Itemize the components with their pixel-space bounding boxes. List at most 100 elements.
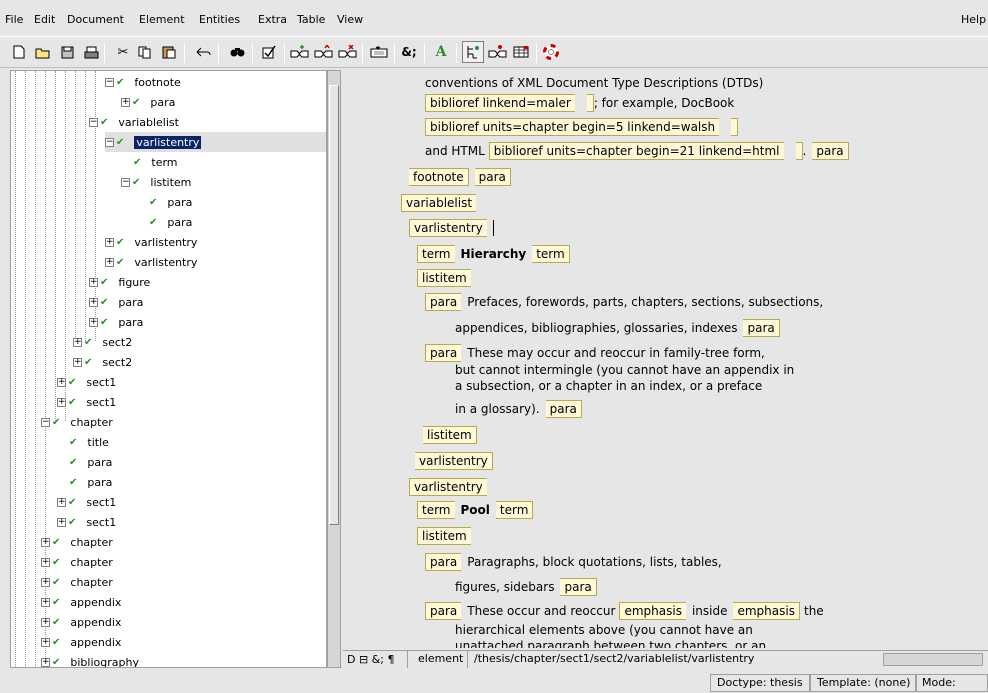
copy-icon[interactable] [134,41,156,63]
tree-node[interactable]: ✔ title [69,432,109,452]
footnote-end-tag[interactable]: footnote [409,168,469,186]
biblioref-tag[interactable]: biblioref units=chapter begin=21 linkend… [488,142,784,160]
help-lifebuoy-icon[interactable] [540,41,562,63]
term-end-tag[interactable]: term [495,501,534,519]
tree-node[interactable]: + ✔ chapter [41,552,113,572]
tree-node[interactable]: ✔ para [69,472,112,492]
menu-element[interactable]: Element [139,13,185,26]
tree-node[interactable]: − ✔ variablelist [89,112,179,132]
tree-node[interactable]: ✔ term [133,152,178,172]
print-icon[interactable] [80,41,102,63]
paste-icon[interactable] [158,41,180,63]
menu-extra[interactable]: Extra [258,13,287,26]
tree-node[interactable]: + ✔ figure [89,272,150,292]
menu-entities[interactable]: Entities [199,13,240,26]
tree-node[interactable]: + ✔ chapter [41,532,113,552]
table-icon[interactable] [510,41,532,63]
para-tag[interactable]: para [425,344,462,362]
tag-line: footnote para [403,167,511,187]
varlistentry-end-tag[interactable]: varlistentry [415,452,493,470]
text-line: but cannot intermingle (you cannot have … [455,363,795,377]
tree-node[interactable]: + ✔ bibliography [41,652,139,667]
insert-element-icon[interactable] [288,41,310,63]
tree-node[interactable]: + ✔ sect1 [57,512,116,532]
biblioref-end-tag[interactable] [795,142,803,160]
tree-node[interactable]: ✔ para [69,452,112,472]
tree-node[interactable]: + ✔ sect2 [73,332,132,352]
varlistentry-tag[interactable]: varlistentry [409,478,487,496]
tree-node[interactable]: + ✔ para [89,292,143,312]
emphasis-tag[interactable]: emphasis [619,602,686,620]
menu-help[interactable]: Help [961,13,986,26]
tree-node[interactable]: + ✔ para [121,92,175,112]
text-line: hierarchical elements above (you cannot … [455,623,753,637]
tree-node[interactable]: + ✔ sect1 [57,492,116,512]
tree-node[interactable]: − ✔ chapter [41,412,113,432]
attributes-icon[interactable] [368,41,390,63]
tree-node[interactable]: ✔ para [149,212,192,232]
tree-scrollbar[interactable] [327,70,341,668]
element-view-icon[interactable] [486,41,508,63]
para-end-tag[interactable]: para [545,400,582,418]
undo-icon[interactable] [192,41,214,63]
tree-node[interactable]: − ✔ listitem [121,172,191,192]
tree-view-icon[interactable] [462,41,484,63]
horizontal-scrollbar[interactable] [883,653,983,666]
biblioref-tag[interactable]: biblioref linkend=maler [425,94,575,112]
para-end-tag[interactable]: para [474,168,511,186]
listitem-end-tag[interactable]: listitem [423,426,477,444]
emphasis-end-tag[interactable]: emphasis [733,602,800,620]
entity-icon[interactable]: &; [398,41,420,63]
text-line: figures, sidebars para [455,577,597,597]
menu-document[interactable]: Document [67,13,124,26]
menu-table[interactable]: Table [297,13,325,26]
menu-view[interactable]: View [337,13,363,26]
para-tag[interactable]: para [425,293,462,311]
term-tag[interactable]: term [417,501,455,519]
tree-node[interactable]: + ✔ sect2 [73,352,132,372]
tree-node[interactable]: − ✔ footnote [105,72,181,92]
tag-line: varlistentry [409,451,493,471]
tree-scrollbar-thumb[interactable] [329,85,339,525]
tree-node[interactable]: + ✔ appendix [41,592,121,612]
term-tag[interactable]: term [417,245,455,263]
delete-element-icon[interactable] [336,41,358,63]
font-icon[interactable]: A [430,41,452,63]
tree-node[interactable]: + ✔ appendix [41,612,121,632]
tree-node[interactable]: + ✔ varlistentry [105,252,197,272]
biblioref-end-tag[interactable] [586,94,594,112]
menu-file[interactable]: File [5,13,23,26]
change-element-icon[interactable] [312,41,334,63]
tree-node[interactable]: ✔ para [149,192,192,212]
listitem-tag[interactable]: listitem [417,269,471,287]
new-document-icon[interactable] [8,41,30,63]
tree-node[interactable]: + ✔ varlistentry [105,232,197,252]
para-tag[interactable]: para [425,553,462,571]
menu-edit[interactable]: Edit [34,13,55,26]
document-tree[interactable]: − ✔ footnote + ✔ para − ✔ variablelist − ✔ varli… [10,70,327,668]
cut-icon[interactable]: ✂ [112,41,134,63]
varlistentry-tag[interactable]: varlistentry [409,219,487,237]
text-line: appendices, bibliographies, glossaries, … [455,318,780,338]
document-editor[interactable]: conventions of XML Document Type Descrip… [343,70,988,648]
tree-node-selected[interactable]: − ✔ varlistentry [105,132,326,152]
tree-node[interactable]: + ✔ chapter [41,572,113,592]
find-icon[interactable] [226,41,248,63]
tree-node[interactable]: + ✔ sect1 [57,372,116,392]
para-end-tag[interactable]: para [560,578,597,596]
variablelist-tag[interactable]: variablelist [401,194,477,212]
listitem-tag[interactable]: listitem [417,527,471,545]
para-end-tag[interactable]: para [743,319,780,337]
tree-node[interactable]: + ✔ sect1 [57,392,116,412]
view-mode-icons[interactable]: D ⊟ &; ¶ [347,653,394,666]
para-end-tag[interactable]: para [812,142,849,160]
validate-icon[interactable] [258,41,280,63]
biblioref-tag[interactable]: biblioref units=chapter begin=5 linkend=… [425,118,720,136]
tree-node[interactable]: + ✔ para [89,312,143,332]
para-tag[interactable]: para [425,602,462,620]
save-icon[interactable] [56,41,78,63]
open-folder-icon[interactable] [32,41,54,63]
tree-node[interactable]: + ✔ appendix [41,632,121,652]
term-end-tag[interactable]: term [532,245,570,263]
biblioref-end-tag[interactable] [731,118,739,136]
